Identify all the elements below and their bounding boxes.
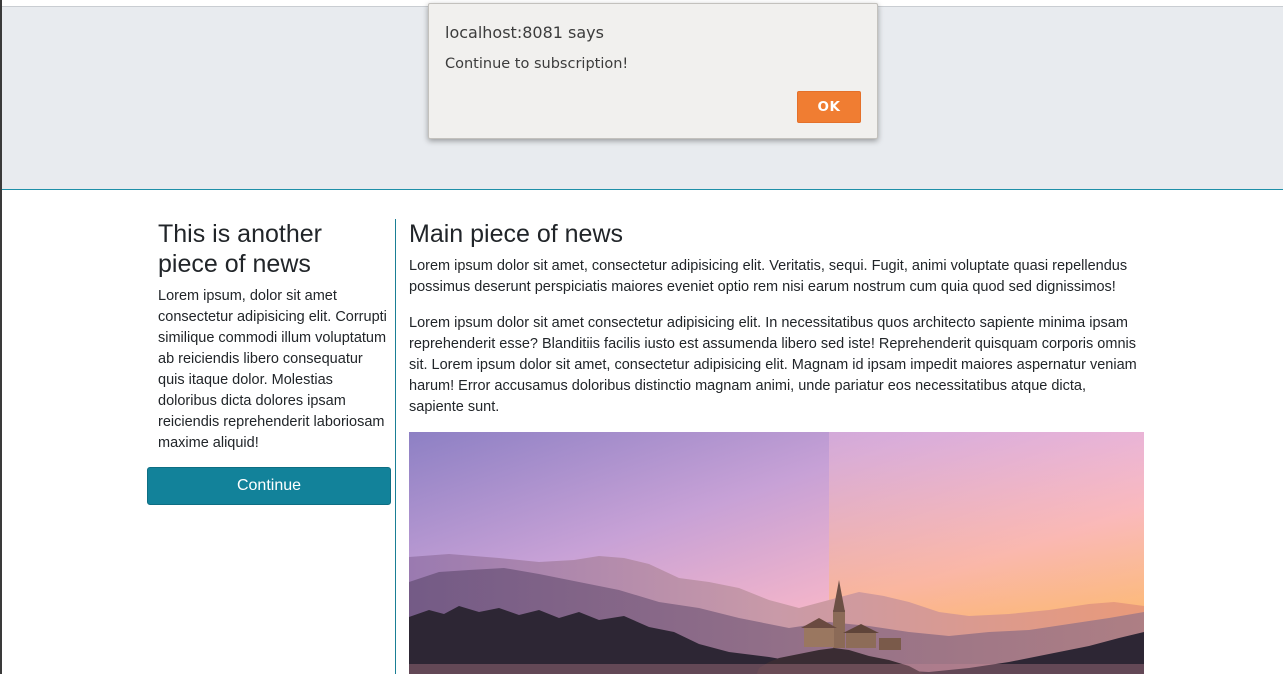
sidebar-news-title: This is another piece of news (158, 220, 322, 278)
main-news-column: Main piece of news Lorem ipsum dolor sit… (409, 219, 1149, 674)
alert-dialog: localhost:8081 says Continue to subscrip… (428, 3, 878, 139)
sidebar-news-text: Lorem ipsum, dolor sit amet consectetur … (158, 288, 387, 451)
sidebar-news-column: This is another piece of news Lorem ipsu… (147, 219, 396, 674)
page: This is another piece of news Lorem ipsu… (2, 0, 1283, 674)
main-news-title: Main piece of news (409, 220, 624, 248)
continue-button[interactable]: Continue (147, 467, 391, 505)
alert-origin-text: localhost:8081 says (445, 23, 604, 42)
main-news-paragraph: Lorem ipsum dolor sit amet, consectetur … (409, 258, 1128, 295)
lake-church-sunset-image (409, 432, 1144, 674)
alert-message: Continue to subscription! (445, 56, 629, 72)
main-news-paragraph: Lorem ipsum dolor sit amet consectetur a… (409, 315, 1137, 415)
ok-button[interactable]: OK (797, 91, 861, 123)
